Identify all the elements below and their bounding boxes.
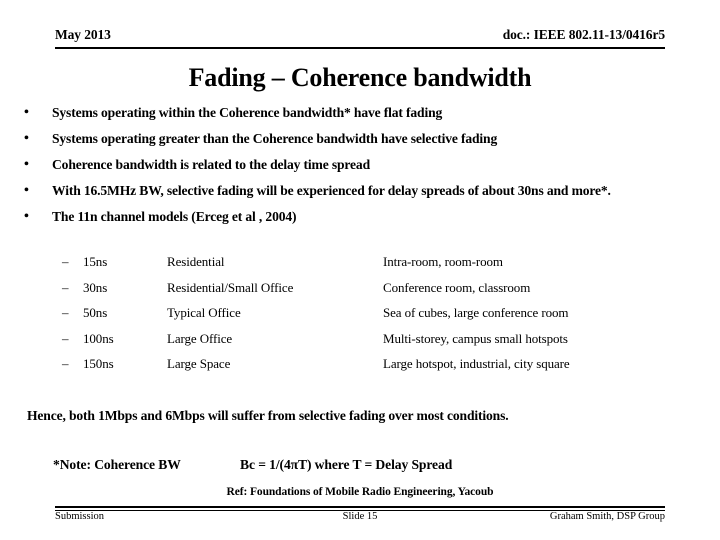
list-item: • Systems operating within the Coherence… xyxy=(0,100,720,126)
delay-spread-value: 100ns xyxy=(83,330,114,346)
environment-value: Large Space xyxy=(167,356,231,371)
environment-value: Typical Office xyxy=(167,305,241,320)
list-item: • Coherence bandwidth is related to the … xyxy=(0,152,720,178)
bullet-list: • Systems operating within the Coherence… xyxy=(0,100,720,230)
slide-header: May 2013 doc.: IEEE 802.11-13/0416r5 xyxy=(55,27,665,49)
delay-spread-value: 30ns xyxy=(83,279,108,295)
description-value: Multi-storey, campus small hotspots xyxy=(383,330,568,346)
dash-marker-icon: – xyxy=(62,254,69,269)
list-item: • Systems operating greater than the Coh… xyxy=(0,126,720,152)
list-item-text: Coherence bandwidth is related to the de… xyxy=(52,157,370,172)
dash-marker-icon: – xyxy=(62,330,69,346)
environment-value: Residential xyxy=(167,254,225,269)
conclusion-text: Hence, both 1Mbps and 6Mbps will suffer … xyxy=(27,408,509,423)
delay-spread-value: 150ns xyxy=(83,356,114,371)
list-item: • With 16.5MHz BW, selective fading will… xyxy=(0,178,720,204)
footnote: *Note: Coherence BW Bc = 1/(4πT) where T… xyxy=(53,457,713,477)
footnote-formula: Bc = 1/(4πT) where T = Delay Spread xyxy=(240,457,453,472)
description-value: Sea of cubes, large conference room xyxy=(383,305,569,320)
bullet-marker-icon: • xyxy=(24,157,29,172)
delay-spread-value: 50ns xyxy=(83,305,108,320)
page-title: Fading – Coherence bandwidth xyxy=(188,63,532,92)
list-item: • The 11n channel models (Erceg et al , … xyxy=(0,204,720,230)
environment-value: Residential/Small Office xyxy=(167,279,294,295)
bullet-marker-icon: • xyxy=(24,131,29,146)
description-value: Intra-room, room-room xyxy=(383,254,503,269)
environment-value: Large Office xyxy=(167,330,233,346)
list-item-text: With 16.5MHz BW, selective fading will b… xyxy=(52,183,611,198)
header-divider xyxy=(55,47,665,49)
slide: May 2013 doc.: IEEE 802.11-13/0416r5 Fad… xyxy=(0,0,720,540)
slide-footer: Submission Slide 15 Graham Smith, DSP Gr… xyxy=(55,511,665,527)
table-row: – 150ns Large Space Large hotspot, indus… xyxy=(0,351,720,377)
header-document-id: doc.: IEEE 802.11-13/0416r5 xyxy=(502,27,665,42)
footnote-label: *Note: Coherence BW xyxy=(53,457,181,472)
reference-text: Ref: Foundations of Mobile Radio Enginee… xyxy=(226,486,494,498)
bullet-marker-icon: • xyxy=(24,183,29,198)
description-value: Conference room, classroom xyxy=(383,279,531,295)
footer-author: Graham Smith, DSP Group xyxy=(549,511,665,522)
channel-models-table: – 15ns Residential Intra-room, room-room… xyxy=(0,249,720,377)
footer-divider-thick xyxy=(55,506,665,508)
table-row: – 100ns Large Office Multi-storey, campu… xyxy=(0,326,720,352)
description-value: Large hotspot, industrial, city square xyxy=(383,356,570,371)
dash-marker-icon: – xyxy=(62,279,69,295)
list-item-text: Systems operating within the Coherence b… xyxy=(52,105,443,120)
header-date: May 2013 xyxy=(55,27,111,42)
table-row: – 50ns Typical Office Sea of cubes, larg… xyxy=(0,300,720,326)
table-row: – 30ns Residential/Small Office Conferen… xyxy=(0,275,720,301)
bullet-marker-icon: • xyxy=(24,105,29,120)
dash-marker-icon: – xyxy=(62,356,69,371)
list-item-text: Systems operating greater than the Coher… xyxy=(52,131,498,146)
dash-marker-icon: – xyxy=(62,305,69,320)
bullet-marker-icon: • xyxy=(24,209,29,224)
table-row: – 15ns Residential Intra-room, room-room xyxy=(0,249,720,275)
delay-spread-value: 15ns xyxy=(83,254,108,269)
list-item-text: The 11n channel models (Erceg et al , 20… xyxy=(52,209,297,224)
